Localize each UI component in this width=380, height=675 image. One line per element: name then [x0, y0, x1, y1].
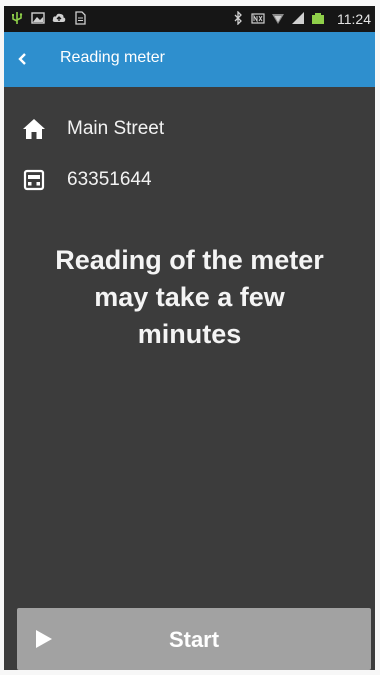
status-bar: 11:24 — [4, 6, 375, 32]
wifi-icon — [272, 14, 284, 24]
status-clock: 11:24 — [337, 11, 371, 27]
battery-icon — [312, 13, 324, 24]
start-button[interactable]: Start — [17, 608, 371, 670]
nfc-icon — [251, 13, 265, 24]
signal-icon — [292, 12, 304, 24]
message-line-3: minutes — [137, 319, 242, 349]
address-row: Main Street — [22, 114, 164, 144]
message-line-1: Reading of the meter — [55, 245, 324, 275]
meter-icon — [22, 168, 46, 192]
cloud-upload-icon — [52, 13, 66, 22]
page-title: Reading meter — [60, 49, 165, 66]
reading-message: Reading of the meter may take a few minu… — [14, 242, 365, 353]
system-icons — [231, 11, 325, 25]
chevron-left-icon — [18, 53, 26, 65]
file-icon — [75, 11, 86, 25]
address-label: Main Street — [67, 118, 165, 139]
app-bar: Reading meter — [4, 32, 375, 87]
back-button[interactable] — [10, 46, 36, 72]
phone-screen: 11:24 Reading meter Main Street 63351644… — [4, 6, 375, 670]
home-icon — [22, 117, 46, 141]
message-line-2: may take a few — [94, 282, 285, 312]
bluetooth-icon — [234, 11, 242, 25]
notification-icons — [10, 11, 87, 25]
usb-icon — [12, 12, 23, 24]
image-icon — [31, 12, 45, 24]
meter-row: 63351644 — [22, 165, 152, 195]
meter-number: 63351644 — [67, 169, 152, 190]
start-button-label: Start — [168, 627, 220, 652]
